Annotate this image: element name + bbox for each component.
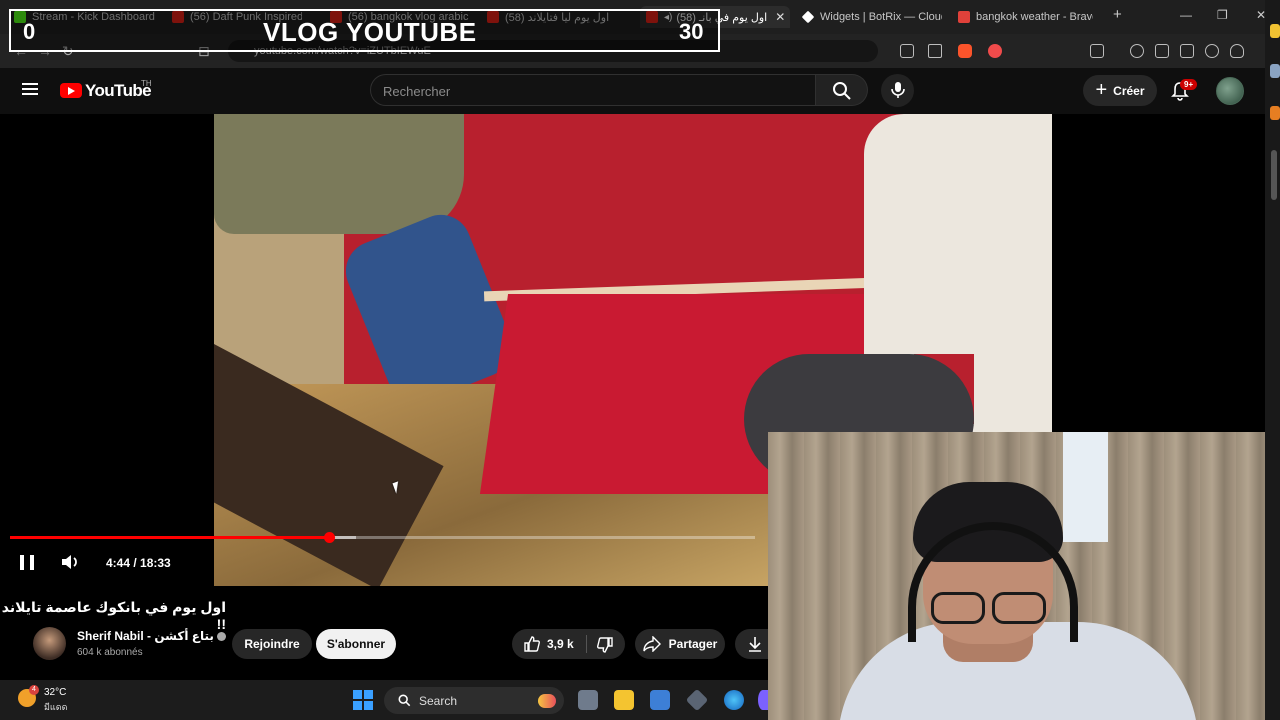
wallet-icon[interactable]	[1180, 44, 1194, 58]
close-tab-icon[interactable]: ✕	[775, 10, 785, 24]
join-button[interactable]: Rejoindre	[232, 629, 312, 659]
microsoft-store-icon[interactable]	[650, 690, 670, 710]
maximize-icon[interactable]: ❐	[1217, 8, 1228, 22]
subscribe-button[interactable]: S'abonner	[316, 629, 396, 659]
share-button[interactable]: Partager	[635, 629, 725, 659]
like-divider	[586, 635, 587, 653]
leo-ai-icon[interactable]	[1205, 44, 1219, 58]
weather-badge: 4	[29, 685, 39, 695]
side-panel-icon[interactable]	[1270, 106, 1280, 120]
botrix-icon	[802, 10, 815, 24]
scrollbar-thumb[interactable]	[1271, 150, 1277, 200]
pause-icon[interactable]	[20, 555, 34, 570]
file-explorer-icon[interactable]	[614, 690, 634, 710]
search-box	[370, 74, 816, 106]
task-view-icon[interactable]	[578, 690, 598, 710]
webcam-feed	[768, 432, 1265, 720]
webcam-window-light	[1063, 432, 1108, 542]
video-title: اول يوم في بانكوك عاصمة تايلاند !!	[1, 599, 226, 632]
subscriber-count: 604 k abonnés	[77, 647, 143, 658]
verified-icon	[216, 632, 226, 642]
video-scene-person	[214, 114, 464, 234]
app-icon[interactable]	[685, 688, 709, 712]
youtube-header: YouTube TH + Créer	[0, 68, 1265, 114]
menu-icon[interactable]	[22, 83, 38, 95]
share-icon	[642, 636, 661, 652]
share-page-icon[interactable]	[928, 44, 942, 58]
played-bar	[10, 536, 329, 539]
like-count: 3,9 k	[547, 637, 574, 651]
channel-name[interactable]: Sherif Nabil - بتاع أكشن	[77, 629, 226, 643]
app-icon[interactable]	[758, 690, 768, 710]
create-label: Créer	[1113, 83, 1145, 98]
search-highlight-icon	[538, 693, 556, 708]
side-panel-icon[interactable]	[1270, 64, 1280, 78]
create-button[interactable]: + Créer	[1083, 75, 1157, 106]
youtube-logo-icon[interactable]	[60, 83, 82, 98]
edge-browser-icon[interactable]	[724, 690, 744, 710]
windows-taskbar: 4 32°C มีแดด Search	[0, 680, 768, 720]
progress-bar[interactable]	[10, 532, 755, 543]
tab-title: bangkok weather - Brave	[976, 11, 1093, 23]
glasses-icon	[931, 592, 1046, 624]
tab-botrix[interactable]: Widgets | BotRix — Cloud	[802, 6, 942, 28]
taskbar-search-label: Search	[419, 693, 458, 708]
search-input[interactable]	[383, 81, 803, 101]
search-button[interactable]	[816, 74, 868, 106]
search-icon	[398, 694, 411, 707]
download-icon	[749, 637, 761, 652]
windows-start-icon[interactable]	[353, 690, 373, 710]
tab-title: Widgets | BotRix — Cloud	[820, 11, 942, 23]
weather-condition: มีแดด	[44, 702, 68, 712]
volume-icon[interactable]	[61, 554, 81, 570]
channel-name-text: Sherif Nabil - بتاع أكشن	[77, 629, 214, 643]
account-avatar[interactable]	[1216, 77, 1244, 105]
voice-search-button[interactable]	[881, 74, 914, 107]
microphone-icon	[891, 82, 905, 98]
plus-icon: +	[1095, 78, 1108, 101]
temperature: 32°C	[44, 687, 67, 698]
brave-icon	[958, 11, 970, 23]
dislike-icon[interactable]	[596, 636, 614, 654]
new-tab-button[interactable]: +	[1113, 6, 1122, 23]
brave-rewards-icon[interactable]	[988, 44, 1002, 58]
share-label: Partager	[668, 637, 718, 651]
like-icon[interactable]	[523, 635, 541, 653]
screenshot-icon[interactable]	[1090, 44, 1104, 58]
overlay-right-counter: 30	[679, 19, 704, 44]
vpn-icon[interactable]	[1230, 44, 1244, 58]
brave-shields-icon[interactable]	[958, 44, 972, 58]
side-panel-icon[interactable]	[1270, 24, 1280, 38]
overlay-left-counter: 0	[23, 19, 36, 44]
stream-overlay: 0 VLOG YOUTUBE 30	[9, 9, 720, 52]
taskbar-search[interactable]: Search	[384, 687, 564, 714]
scrubber-handle[interactable]	[323, 532, 335, 543]
channel-avatar[interactable]	[33, 627, 66, 660]
region-code: TH	[141, 79, 152, 88]
sidebar-icon[interactable]	[1155, 44, 1169, 58]
time-display: 4:44 / 18:33	[106, 556, 171, 570]
minimize-icon[interactable]: —	[1180, 8, 1192, 22]
media-icon[interactable]	[1130, 44, 1144, 58]
cast-icon[interactable]	[900, 44, 914, 58]
like-dislike-group: 3,9 k	[512, 629, 625, 659]
notification-badge: 9+	[1180, 79, 1198, 90]
search-icon	[833, 82, 851, 100]
overlay-title: VLOG YOUTUBE	[263, 17, 477, 47]
tab-bangkok-weather[interactable]: bangkok weather - Brave	[958, 6, 1093, 28]
